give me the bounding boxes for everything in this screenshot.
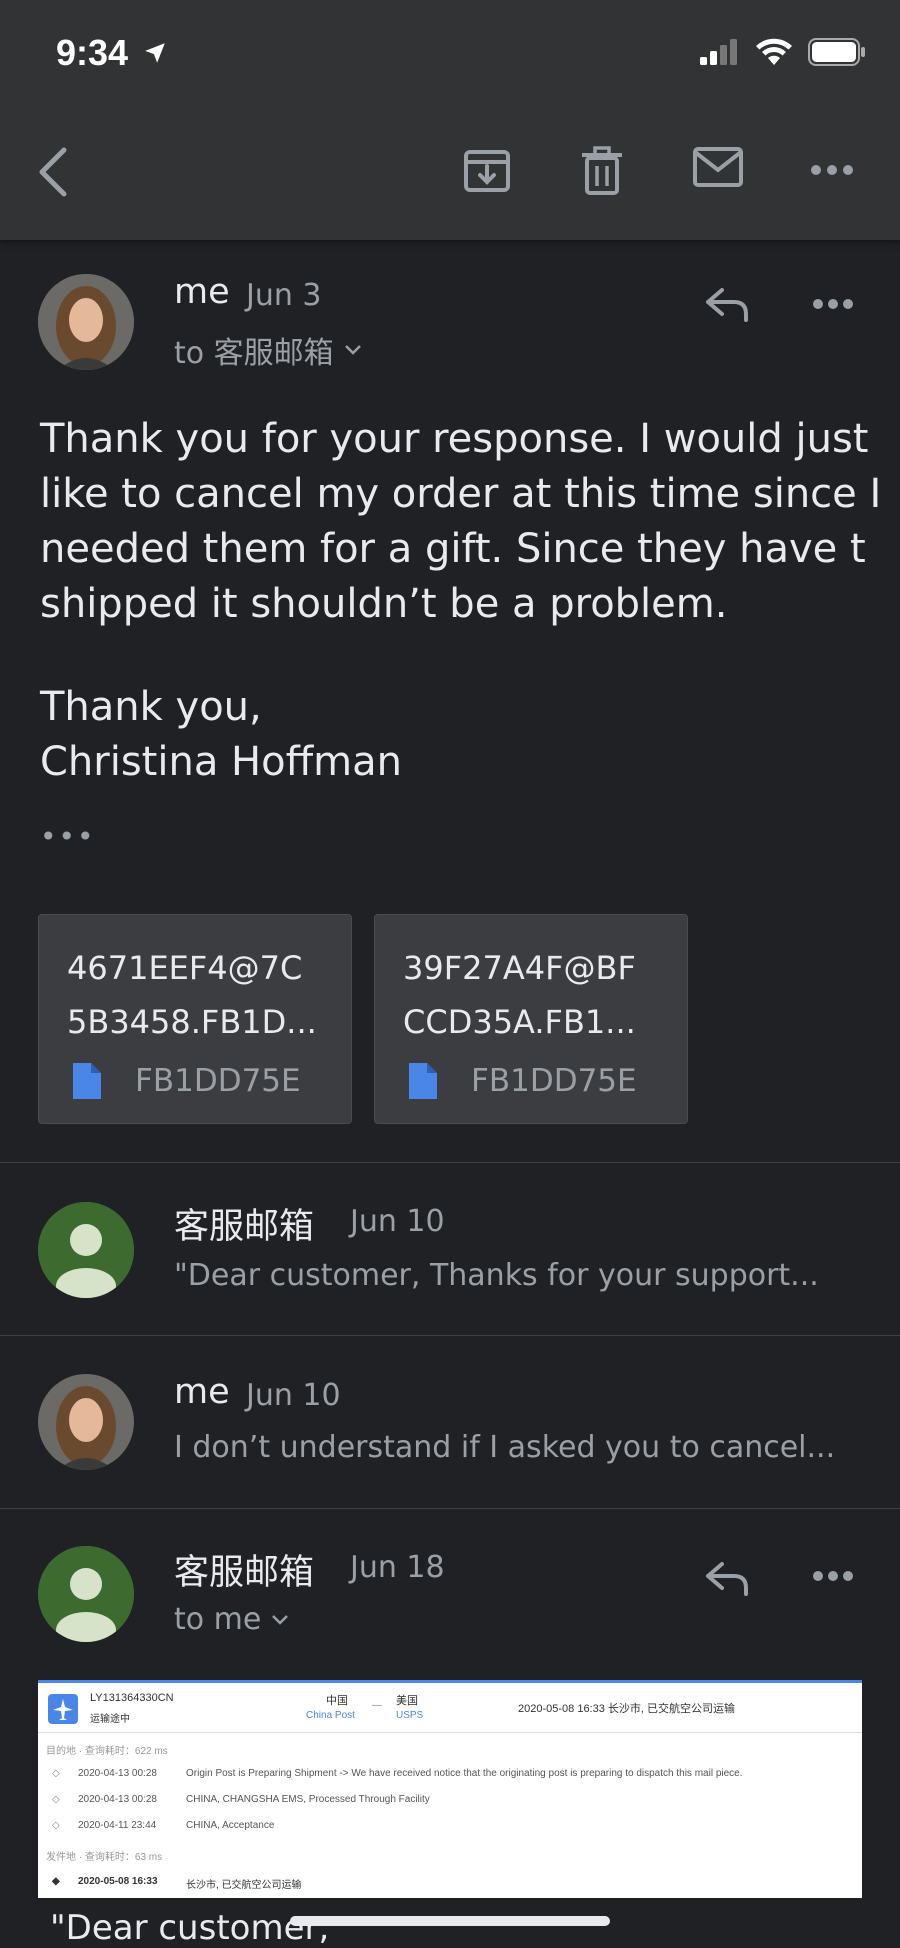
- sender-name: me: [174, 272, 230, 312]
- destination-label: 目的地 · 查询耗时：622 ms: [46, 1746, 168, 1757]
- event-time: 2020-05-08 16:33: [78, 1876, 158, 1887]
- chevron-down-icon: [344, 345, 361, 355]
- event-time: 2020-04-13 00:28: [78, 1768, 157, 1779]
- attachment-file-label: FB1DD75E: [135, 1063, 301, 1099]
- recipient-toggle[interactable]: to me: [174, 1602, 289, 1637]
- to-country: 美国: [396, 1695, 418, 1707]
- status-icons: [700, 38, 866, 66]
- event-bullet: ◇: [52, 1794, 60, 1805]
- message-date: Jun 10: [246, 1378, 341, 1413]
- status-time: 9:34: [56, 32, 129, 73]
- tracking-status: 运输途中: [90, 1714, 130, 1725]
- chevron-down-icon: [272, 1614, 289, 1625]
- event-bullet: ◇: [52, 1768, 60, 1779]
- event-time: 2020-04-13 00:28: [78, 1794, 157, 1805]
- person-icon: [38, 1202, 134, 1298]
- to-carrier: USPS: [396, 1710, 424, 1721]
- battery-icon: [808, 38, 865, 66]
- event-bullet: ◇: [52, 1820, 60, 1831]
- reply-icon[interactable]: [704, 1560, 750, 1596]
- from-country: 中国: [326, 1695, 348, 1707]
- body-line: Thank you for your response. I would jus…: [40, 416, 869, 462]
- tracking-number: LY131364330CN: [90, 1692, 174, 1704]
- origin-label: 发件地 · 查询耗时：63 ms: [46, 1852, 163, 1863]
- sender-name: me: [174, 1372, 230, 1412]
- avatar[interactable]: [38, 1546, 134, 1642]
- signature-block: Thank you, Christina Hoffman: [40, 680, 402, 790]
- attachment-file: FB1DD75E: [73, 1063, 301, 1099]
- attachment-card[interactable]: 4671EEF4@7C 5B3458.FB1D... FB1DD75E: [38, 914, 352, 1124]
- person-icon: [38, 1546, 134, 1642]
- message-snippet: I don’t understand if I asked you to can…: [174, 1430, 836, 1465]
- preview-top-rule: [38, 1680, 862, 1683]
- event-row: ◇ 2020-04-13 00:28 Origin Post is Prepar…: [52, 1768, 862, 1786]
- event-text: Origin Post is Preparing Shipment -> We …: [186, 1768, 743, 1779]
- message-date: Jun 3: [246, 278, 322, 313]
- plane-icon: [48, 1694, 78, 1724]
- recipient-toggle[interactable]: to 客服邮箱: [174, 328, 362, 372]
- mail-icon[interactable]: [692, 146, 744, 188]
- message-body-start: "Dear customer,: [50, 1908, 330, 1948]
- avatar[interactable]: [38, 274, 134, 370]
- event-text: CHINA, CHANGSHA EMS, Processed Through F…: [186, 1794, 430, 1805]
- message-more-icon[interactable]: [812, 298, 854, 310]
- message-snippet: "Dear customer, Thanks for your support.…: [174, 1258, 819, 1293]
- preview-divider: [38, 1732, 862, 1733]
- attachment-file-label: FB1DD75E: [471, 1063, 637, 1099]
- reply-icon[interactable]: [704, 286, 750, 322]
- sender-name: 客服邮箱: [174, 1553, 315, 1593]
- back-arrow-icon[interactable]: [36, 146, 72, 198]
- avatar-photo-icon: [38, 274, 134, 370]
- event-bullet: ◆: [52, 1876, 60, 1887]
- message-more-icon[interactable]: [812, 1570, 854, 1582]
- attachment-name: 39F27A4F@BF CCD35A.FB1...: [403, 949, 636, 1041]
- event-row: ◇ 2020-04-11 23:44 CHINA, Acceptance: [52, 1820, 862, 1838]
- divider: [0, 1162, 900, 1163]
- avatar-photo-icon: [38, 1374, 134, 1470]
- avatar: [38, 1202, 134, 1298]
- archive-icon[interactable]: [462, 146, 512, 196]
- message-date: Jun 18: [350, 1550, 445, 1585]
- recipient-label: to 客服邮箱: [174, 336, 334, 371]
- event-row: ◇ 2020-04-13 00:28 CHINA, CHANGSHA EMS, …: [52, 1794, 862, 1812]
- event-row: ◆ 2020-05-08 16:33 长沙市, 已交航空公司运输: [52, 1876, 862, 1894]
- file-icon: [73, 1063, 101, 1099]
- sign-off: Thank you,: [40, 684, 262, 730]
- attachment-card[interactable]: 39F27A4F@BF CCD35A.FB1... FB1DD75E: [374, 914, 688, 1124]
- divider: [0, 1335, 900, 1336]
- home-indicator[interactable]: [290, 1916, 610, 1926]
- body-line: needed them for a gift. Since they have …: [40, 526, 866, 572]
- signal-icon: [700, 39, 737, 65]
- file-icon: [409, 1063, 437, 1099]
- trash-icon[interactable]: [580, 146, 624, 196]
- signature: Christina Hoffman: [40, 739, 402, 785]
- recipient-label: to me: [174, 1602, 262, 1637]
- avatar: [38, 1374, 134, 1470]
- more-options-icon[interactable]: [810, 164, 854, 176]
- event-text: 长沙市, 已交航空公司运输: [186, 1880, 302, 1891]
- top-toolbar: 9:34: [0, 0, 900, 240]
- event-text: CHINA, Acceptance: [186, 1820, 275, 1831]
- from-carrier: China Post: [306, 1710, 355, 1721]
- attachment-name: 4671EEF4@7C 5B3458.FB1D...: [67, 949, 317, 1041]
- wifi-icon: [756, 38, 792, 65]
- event-time: 2020-04-11 23:44: [78, 1820, 157, 1831]
- location-arrow-icon: [145, 43, 165, 63]
- tracking-screenshot: LY131364330CN 运输途中 中国 China Post — 美国 US…: [38, 1680, 862, 1898]
- divider: [0, 1508, 900, 1509]
- message-body: Thank you for your response. I would jus…: [40, 412, 882, 632]
- message-date: Jun 10: [350, 1204, 445, 1239]
- body-line: shipped it shouldn’t be a problem.: [40, 581, 728, 627]
- attachment-file: FB1DD75E: [409, 1063, 637, 1099]
- arrow-icon: —: [372, 1700, 382, 1711]
- sender-name: 客服邮箱: [174, 1207, 315, 1247]
- latest-event: 2020-05-08 16:33 长沙市, 已交航空公司运输: [518, 1703, 736, 1715]
- show-quoted-button[interactable]: •••: [40, 820, 96, 853]
- body-line: like to cancel my order at this time sin…: [40, 471, 882, 517]
